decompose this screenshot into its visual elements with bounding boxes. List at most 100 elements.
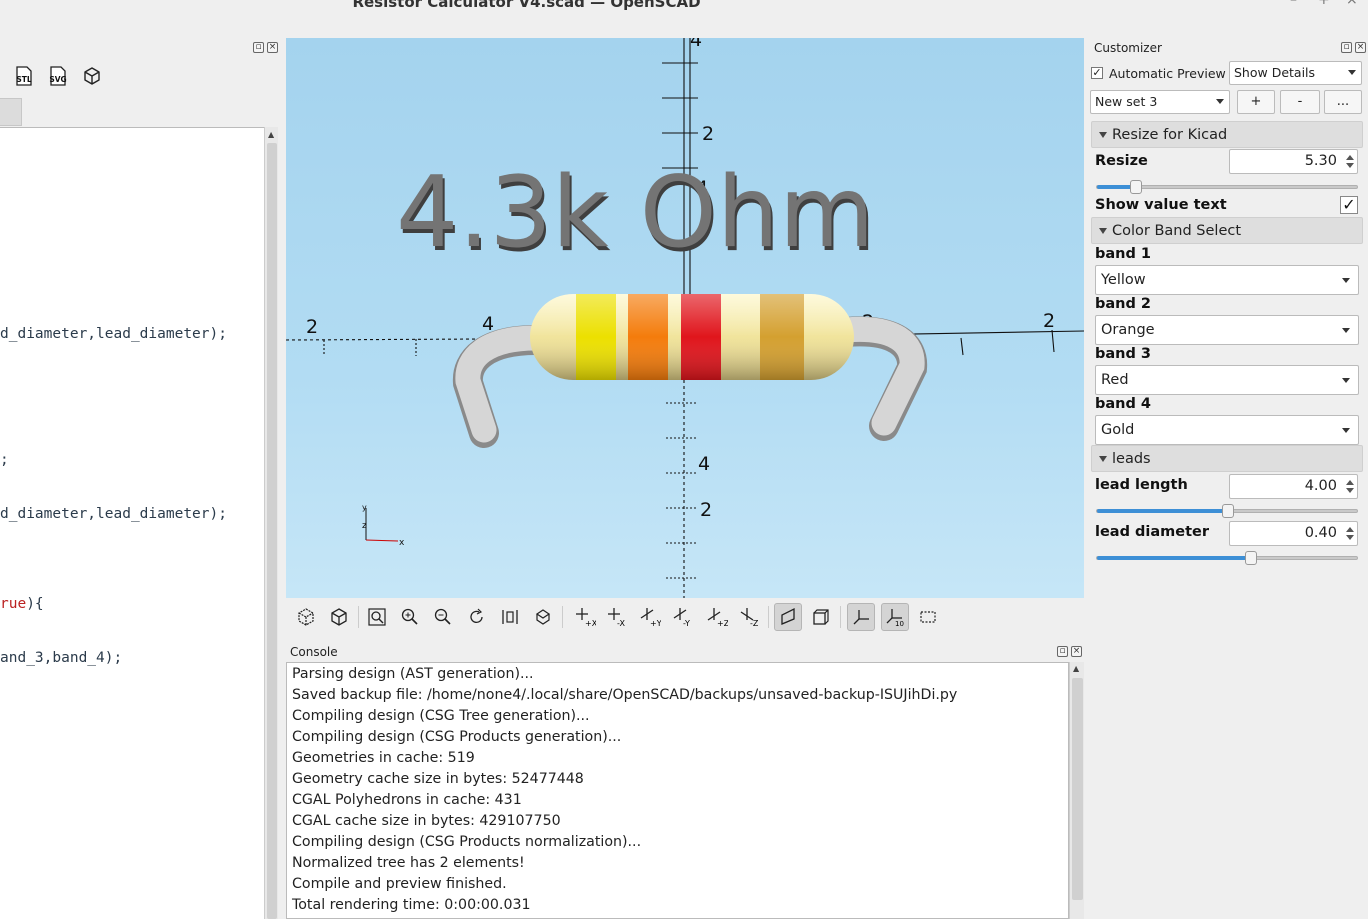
spin-up-icon[interactable] [1346,155,1354,160]
console-close-button[interactable]: × [1071,646,1082,657]
scrollbar-thumb[interactable] [267,143,277,919]
automatic-preview-checkbox[interactable]: ✓ [1091,67,1103,79]
slider-handle[interactable] [1245,551,1257,565]
lead-length-spinbox[interactable]: 4.00 [1229,474,1358,499]
zoom-out-icon[interactable] [429,603,457,631]
band-3-label: band 3 [1095,346,1152,362]
editor-close-button[interactable]: × [267,42,278,53]
spin-down-icon[interactable] [1346,163,1354,168]
band-1-select[interactable]: Yellow [1095,265,1359,295]
console-scrollbar[interactable]: ▲ [1069,662,1084,919]
band-2-select[interactable]: Orange [1095,315,1359,345]
lead-diameter-spinbox[interactable]: 0.40 [1229,521,1358,546]
section-leads[interactable]: leads [1091,445,1363,472]
band-4-select[interactable]: Gold [1095,415,1359,445]
view-front-icon[interactable]: -Y [668,603,696,631]
chevron-down-icon [1342,328,1350,333]
axis-tick-label: 2 [702,123,714,145]
console-line: Compile and preview finished. [292,876,507,892]
code-line: d_diameter,lead_diameter); [0,506,227,522]
console-line: Parsing design (AST generation)... [292,666,534,682]
section-resize-for-kicad[interactable]: Resize for Kicad [1091,121,1363,148]
svg-text:10: 10 [895,620,904,627]
zoom-in-icon[interactable] [396,603,424,631]
diagonal-view-icon[interactable] [529,603,557,631]
view-bottom-icon[interactable]: -Z [735,603,763,631]
value-text-3d: 4.3k Ohm [396,156,874,270]
show-axes-icon[interactable] [847,603,875,631]
resize-label: Resize [1095,153,1148,169]
3d-viewport[interactable]: 4 2 4 2 4 2 2 4 2 4.3k Ohm 4.3k Ohm y z … [286,38,1084,598]
window-title: Resistor Calculator V4.scad — OpenSCAD [352,0,701,10]
band-3-select[interactable]: Red [1095,365,1359,395]
view-top-icon[interactable]: +Z [702,603,730,631]
resize-slider[interactable] [1096,180,1358,194]
svg-export-icon[interactable]: SVG [46,64,70,88]
body-shading [530,294,854,380]
remove-preset-button[interactable]: - [1280,90,1320,114]
scroll-up-icon[interactable]: ▲ [1073,664,1079,673]
close-button[interactable]: × [1346,0,1358,8]
svg-label: SVG [49,75,66,84]
console-float-button[interactable]: ▫ [1057,646,1068,657]
code-line: ; [0,452,9,468]
editor-float-button[interactable]: ▫ [253,42,264,53]
svg-text:+Y: +Y [650,619,661,628]
perspective-icon[interactable] [774,603,802,631]
resize-spinbox[interactable]: 5.30 [1229,149,1358,174]
axis-tick-label: 4 [690,38,702,51]
slider-handle[interactable] [1130,180,1142,194]
view-right-icon[interactable]: +X [570,603,598,631]
show-scale-icon[interactable]: 10 [881,603,909,631]
chevron-down-icon [1342,428,1350,433]
title-bar: Resistor Calculator V4.scad — OpenSCAD –… [0,0,1368,10]
collapse-icon [1099,456,1107,462]
section-color-band-select[interactable]: Color Band Select [1091,217,1363,244]
view-all-icon[interactable] [496,603,524,631]
chevron-down-icon [1348,70,1356,75]
view-back-icon[interactable]: +Y [635,603,663,631]
spin-up-icon[interactable] [1346,480,1354,485]
view-left-icon[interactable]: -X [602,603,630,631]
zoom-all-icon[interactable] [363,603,391,631]
reset-view-icon[interactable] [463,603,491,631]
svg-text:-Y: -Y [683,619,690,628]
maximize-button[interactable]: + [1318,0,1330,8]
console-line: Total rendering time: 0:00:00.031 [292,897,531,913]
band-4-label: band 4 [1095,396,1152,412]
scroll-up-icon[interactable]: ▲ [268,130,274,139]
editor-scrollbar[interactable]: ▲ [264,127,278,919]
lead-length-slider[interactable] [1096,504,1358,518]
customizer-float-button[interactable]: ▫ [1341,42,1352,53]
axis-tick-label: 2 [700,499,712,521]
orthogonal-icon[interactable] [807,603,835,631]
add-preset-button[interactable]: + [1237,90,1275,114]
spin-down-icon[interactable] [1346,488,1354,493]
preset-select[interactable]: New set 3 [1090,90,1230,114]
section-title: leads [1112,451,1151,467]
editor-tab[interactable] [0,98,22,126]
spin-down-icon[interactable] [1346,535,1354,540]
gizmo-z-label: z [362,521,367,531]
stl-export-icon[interactable]: STL [12,64,36,88]
console-line: Saved backup file: /home/none4/.local/sh… [292,687,958,703]
details-select[interactable]: Show Details [1229,61,1362,85]
scrollbar-thumb[interactable] [1072,678,1083,900]
spin-up-icon[interactable] [1346,527,1354,532]
slider-handle[interactable] [1222,504,1234,518]
show-edges-icon[interactable] [914,603,942,631]
band-2-label: band 2 [1095,296,1152,312]
preset-more-button[interactable]: ... [1324,90,1362,114]
customizer-title: Customizer [1094,41,1162,55]
customizer-close-button[interactable]: × [1355,42,1366,53]
console-line: Compiling design (CSG Products normaliza… [292,834,642,850]
3d-view-icon[interactable] [80,64,104,88]
preview-icon[interactable] [292,603,320,631]
code-editor[interactable]: d_diameter,lead_diameter); ; d_diameter,… [0,127,264,919]
render-icon[interactable] [325,603,353,631]
lead-diameter-slider[interactable] [1096,551,1358,565]
slider-fill [1097,556,1251,560]
show-value-text-checkbox[interactable]: ✓ [1340,196,1358,214]
minimize-button[interactable]: – [1290,0,1297,8]
console-output[interactable]: Parsing design (AST generation)... Saved… [286,662,1069,919]
